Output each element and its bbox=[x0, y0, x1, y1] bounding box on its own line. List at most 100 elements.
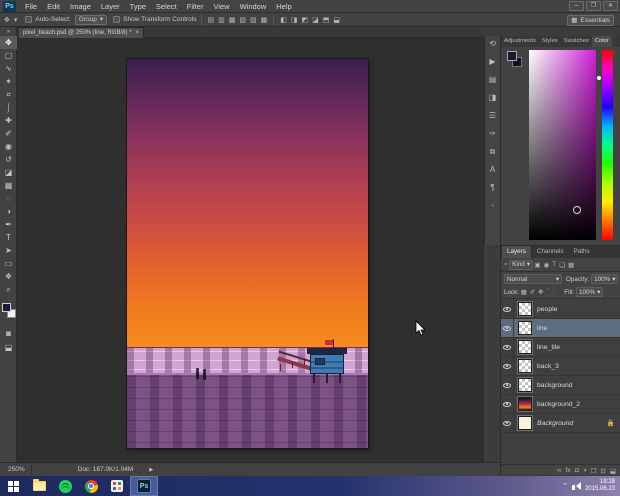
show-transform-checkbox[interactable] bbox=[113, 16, 121, 23]
hue-slider-marker[interactable] bbox=[597, 76, 601, 80]
tab-layers[interactable]: Layers bbox=[501, 245, 532, 258]
histogram-panel-icon[interactable]: ☰ bbox=[489, 111, 496, 120]
distribute-left-button[interactable]: ◪ bbox=[312, 16, 319, 24]
character-panel-icon[interactable]: A bbox=[490, 165, 495, 174]
tool-move[interactable]: ✥ bbox=[0, 36, 17, 49]
lock-all-icon[interactable]: ⬛ bbox=[547, 288, 555, 296]
tool-lasso[interactable]: ∿ bbox=[0, 62, 17, 75]
align-left-button[interactable]: ▤ bbox=[208, 16, 215, 24]
distribute-bottom-button[interactable]: ◩ bbox=[302, 16, 309, 24]
tool-zoom[interactable]: ⌕ bbox=[0, 283, 17, 296]
info-panel-icon[interactable]: ◨ bbox=[489, 93, 497, 102]
foreground-color-swatch[interactable] bbox=[2, 303, 11, 312]
new-layer-icon[interactable]: ⊡ bbox=[600, 467, 605, 475]
menu-filter[interactable]: Filter bbox=[182, 0, 209, 13]
visibility-eye-icon[interactable] bbox=[501, 413, 514, 433]
clone-source-panel-icon[interactable]: ⧉ bbox=[490, 147, 496, 156]
tool-eraser[interactable]: ◪ bbox=[0, 166, 17, 179]
toolbar-collapse-icon[interactable]: » bbox=[0, 27, 17, 36]
tool-blur[interactable]: ◌ bbox=[0, 192, 17, 205]
visibility-eye-icon[interactable] bbox=[501, 394, 514, 414]
link-layers-icon[interactable]: ∞ bbox=[557, 467, 562, 474]
menu-edit[interactable]: Edit bbox=[42, 0, 65, 13]
auto-select-checkbox[interactable] bbox=[25, 16, 33, 23]
visibility-eye-icon[interactable] bbox=[501, 299, 514, 319]
layer-thumbnail[interactable] bbox=[517, 396, 533, 412]
align-top-button[interactable]: ▧ bbox=[239, 16, 246, 24]
layer-row-line-tile[interactable]: line_tile bbox=[501, 337, 620, 357]
menu-window[interactable]: Window bbox=[235, 0, 272, 13]
visibility-eye-icon[interactable] bbox=[501, 375, 514, 395]
filter-image-icon[interactable]: ▣ bbox=[534, 261, 540, 269]
color-picker-field[interactable] bbox=[529, 50, 596, 240]
tab-paths[interactable]: Paths bbox=[569, 246, 595, 258]
menu-help[interactable]: Help bbox=[271, 0, 296, 13]
taskbar-photoshop-active[interactable]: Ps bbox=[130, 476, 158, 496]
styles-panel-icon[interactable]: ▤ bbox=[489, 75, 497, 84]
layer-thumbnail[interactable] bbox=[517, 301, 533, 317]
menu-file[interactable]: File bbox=[20, 0, 42, 13]
blend-mode-dropdown[interactable]: Normal ▾ bbox=[504, 274, 562, 284]
filter-smart-object-icon[interactable]: ▦ bbox=[568, 261, 574, 269]
taskbar-chrome[interactable] bbox=[78, 476, 104, 496]
layer-thumbnail[interactable] bbox=[517, 358, 533, 374]
taskbar-grid-app[interactable] bbox=[104, 476, 130, 496]
taskbar-file-explorer[interactable] bbox=[26, 476, 52, 496]
layer-row-people[interactable]: people bbox=[501, 299, 620, 319]
tool-preset-caret-icon[interactable]: ▾ bbox=[14, 16, 18, 24]
tab-swatches[interactable]: Swatches bbox=[561, 36, 592, 47]
history-panel-icon[interactable]: ⟲ bbox=[489, 39, 496, 48]
artboard-pixel-beach[interactable] bbox=[127, 59, 368, 448]
brush-presets-panel-icon[interactable]: ✑ bbox=[489, 129, 496, 138]
tool-quick-selection[interactable]: ✶ bbox=[0, 75, 17, 88]
visibility-eye-icon[interactable] bbox=[501, 356, 514, 376]
filter-type-icon[interactable]: T bbox=[552, 261, 556, 268]
lock-position-icon[interactable]: ✥ bbox=[538, 288, 543, 296]
workspace-switcher[interactable]: ▦ Essentials bbox=[567, 15, 614, 26]
tool-eyedropper[interactable]: ⌡ bbox=[0, 101, 17, 114]
menu-select[interactable]: Select bbox=[151, 0, 182, 13]
visibility-eye-icon[interactable] bbox=[501, 318, 514, 338]
layer-thumbnail[interactable] bbox=[517, 320, 533, 336]
tool-rectangular-marquee[interactable]: ▢ bbox=[0, 49, 17, 62]
color-picker-cursor[interactable] bbox=[573, 206, 581, 214]
start-button[interactable] bbox=[0, 476, 26, 496]
add-layer-mask-icon[interactable]: ◘ bbox=[575, 467, 579, 474]
speaker-icon[interactable] bbox=[571, 477, 581, 495]
restore-button[interactable]: ❐ bbox=[586, 1, 601, 11]
close-button[interactable]: ✕ bbox=[603, 1, 618, 11]
layer-row-background[interactable]: background bbox=[501, 375, 620, 395]
tool-crop[interactable]: ⌗ bbox=[0, 88, 17, 101]
layer-row-background-locked[interactable]: Background 🔒 bbox=[501, 413, 620, 433]
menu-view[interactable]: View bbox=[208, 0, 234, 13]
tool-gradient[interactable]: ▦ bbox=[0, 179, 17, 192]
tool-pen[interactable]: ✒ bbox=[0, 218, 17, 231]
fill-value[interactable]: 100% ▾ bbox=[576, 287, 604, 297]
minimize-button[interactable]: – bbox=[569, 1, 584, 11]
align-bottom-button[interactable]: ▩ bbox=[261, 16, 268, 24]
quick-mask-button[interactable]: ◙ bbox=[0, 327, 17, 340]
layer-row-background-2[interactable]: background_2 bbox=[501, 394, 620, 414]
tab-adjustments[interactable]: Adjustments bbox=[501, 36, 539, 47]
tool-type[interactable]: T bbox=[0, 231, 17, 244]
align-middle-button[interactable]: ▨ bbox=[250, 16, 257, 24]
layer-row-line[interactable]: line bbox=[501, 318, 620, 338]
hue-slider-strip[interactable] bbox=[602, 50, 613, 240]
layer-effects-icon[interactable]: fx bbox=[566, 467, 571, 474]
layer-row-back-3[interactable]: back_3 bbox=[501, 356, 620, 376]
taskbar-clock[interactable]: 19:28 2015.06.23 bbox=[585, 479, 618, 493]
new-group-icon[interactable]: ❐ bbox=[591, 467, 597, 475]
filter-kind-dropdown[interactable]: Kind ▾ bbox=[509, 259, 533, 270]
tray-chevron-icon[interactable]: ⌃ bbox=[562, 482, 568, 490]
tool-spot-healing[interactable]: ✚ bbox=[0, 114, 17, 127]
layer-thumbnail[interactable] bbox=[517, 339, 533, 355]
tool-hand[interactable]: ❖ bbox=[0, 270, 17, 283]
tool-dodge[interactable]: ◑ bbox=[0, 205, 17, 218]
new-adjustment-layer-icon[interactable]: ◑ bbox=[583, 467, 587, 474]
lock-pixels-icon[interactable]: ✐ bbox=[530, 288, 535, 296]
tool-history-brush[interactable]: ↺ bbox=[0, 153, 17, 166]
auto-select-mode-dropdown[interactable]: Group ▾ bbox=[74, 14, 108, 25]
layer-thumbnail[interactable] bbox=[517, 377, 533, 393]
zoom-level-field[interactable]: 250% bbox=[8, 466, 25, 473]
tool-rectangle-shape[interactable]: ▭ bbox=[0, 257, 17, 270]
